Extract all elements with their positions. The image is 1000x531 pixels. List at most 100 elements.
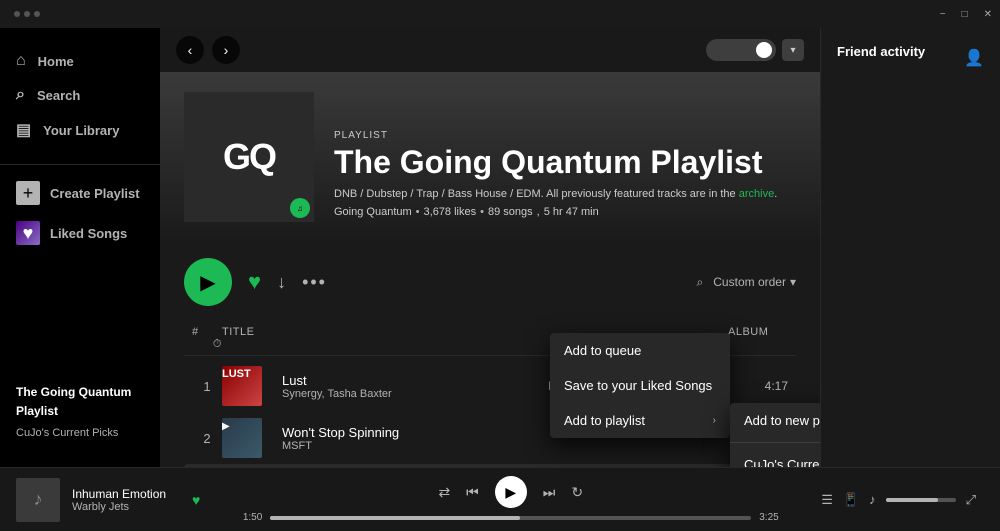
sidebar-divider bbox=[0, 164, 160, 165]
toggle-dropdown[interactable]: ▾ bbox=[782, 39, 804, 61]
titlebar-controls: − □ ✕ bbox=[940, 9, 992, 20]
library-icon: ▤ bbox=[16, 120, 31, 140]
progress-bar[interactable] bbox=[270, 516, 751, 520]
sidebar: ⌂ Home ⌕ Search ▤ Your Library + Create … bbox=[0, 28, 160, 467]
repeat-button[interactable]: ↻ bbox=[571, 484, 583, 501]
hero-desc-suffix: . bbox=[774, 188, 777, 200]
new-playlist-label: Add to new playlist bbox=[744, 413, 820, 428]
shuffle-button[interactable]: ⇄ bbox=[438, 484, 450, 501]
submenu-divider bbox=[730, 442, 820, 443]
sidebar-nav: ⌂ Home ⌕ Search ▤ Your Library bbox=[0, 36, 160, 156]
friend-activity-title: Friend activity bbox=[837, 44, 925, 59]
context-menu[interactable]: Add to queue Save to your Liked Songs Ad… bbox=[550, 333, 730, 438]
toggle-pill[interactable] bbox=[706, 39, 776, 61]
create-playlist-icon: + bbox=[16, 181, 40, 205]
music-note-icon: ♪ bbox=[34, 489, 43, 510]
hero-desc-text: DNB / Dubstep / Trap / Bass House / EDM.… bbox=[334, 188, 739, 200]
context-menu-item-save-liked[interactable]: Save to your Liked Songs bbox=[550, 368, 730, 403]
now-playing-like[interactable]: ♥ bbox=[192, 492, 200, 508]
hero-songs: 89 songs bbox=[488, 206, 533, 218]
controls-right: ⌕ Custom order ▾ bbox=[697, 275, 796, 290]
playback-controls: ⇄ ⏮ ▶ ⏭ ↻ 1:50 3:25 bbox=[212, 476, 809, 523]
volume-bar[interactable] bbox=[886, 498, 956, 502]
add-to-playlist-label: Add to playlist bbox=[564, 413, 645, 428]
previous-button[interactable]: ⏮ bbox=[466, 484, 479, 501]
playback-play-button[interactable]: ▶ bbox=[495, 476, 527, 508]
submenu-cujo-picks[interactable]: CuJo's Current Picks bbox=[730, 447, 820, 467]
sidebar-label-home: Home bbox=[38, 54, 74, 69]
track-info: Won't Stop Spinning MSFT bbox=[282, 425, 548, 452]
col-album: ALBUM bbox=[728, 326, 788, 338]
now-playing-artist: Warbly Jets bbox=[72, 501, 172, 513]
now-playing-art: ♪ bbox=[16, 478, 60, 522]
hero-description: DNB / Dubstep / Trap / Bass House / EDM.… bbox=[334, 188, 777, 200]
titlebar-dot bbox=[24, 11, 30, 17]
like-button[interactable]: ♥ bbox=[248, 269, 261, 295]
clock-icon: ⏱ bbox=[213, 338, 222, 350]
titlebar-dot bbox=[14, 11, 20, 17]
cujo-picks-label: CuJo's Current Picks bbox=[744, 457, 820, 467]
toggle-knob bbox=[756, 42, 772, 58]
chevron-down-icon: ▾ bbox=[790, 45, 795, 56]
home-icon: ⌂ bbox=[16, 52, 26, 70]
user-icon[interactable]: 👤 bbox=[964, 48, 984, 68]
submenu-arrow-icon: › bbox=[713, 415, 716, 426]
submenu[interactable]: Add to new playlist CuJo's Current Picks bbox=[730, 403, 820, 467]
more-options-button[interactable]: ••• bbox=[302, 272, 327, 293]
track-search-button[interactable]: ⌕ bbox=[697, 275, 704, 290]
track-number: 2 bbox=[192, 431, 222, 446]
hero-title: The Going Quantum Playlist bbox=[334, 145, 777, 180]
hero-artist: Going Quantum bbox=[334, 206, 412, 218]
next-button[interactable]: ⏭ bbox=[543, 484, 556, 501]
track-number: 1 bbox=[192, 379, 222, 394]
submenu-new-playlist[interactable]: Add to new playlist bbox=[730, 403, 820, 438]
close-button[interactable]: ✕ bbox=[984, 9, 992, 20]
maximize-button[interactable]: □ bbox=[962, 9, 968, 20]
titlebar-dot bbox=[34, 11, 40, 17]
sidebar-item-search[interactable]: ⌕ Search bbox=[0, 78, 160, 112]
track-art: ▶ bbox=[222, 418, 262, 458]
sidebar-item-create-playlist[interactable]: + Create Playlist bbox=[0, 173, 160, 213]
gq-logo: GQ bbox=[223, 136, 275, 178]
now-playing-info: Inhuman Emotion Warbly Jets bbox=[72, 487, 172, 513]
titlebar: − □ ✕ bbox=[0, 0, 1000, 28]
now-playing-title: Inhuman Emotion bbox=[72, 487, 172, 501]
playlist-artwork: GQ ♫ bbox=[184, 92, 314, 222]
play-button[interactable]: ▶ bbox=[184, 258, 232, 306]
devices-button[interactable]: 📱 bbox=[843, 492, 859, 508]
sidebar-label-library: Your Library bbox=[43, 123, 119, 138]
sidebar-item-home[interactable]: ⌂ Home bbox=[0, 44, 160, 78]
volume-fill bbox=[886, 498, 939, 502]
sidebar-label-search: Search bbox=[37, 88, 80, 103]
sidebar-bottom: The Going Quantum Playlist CuJo's Curren… bbox=[0, 367, 160, 459]
context-menu-item-add-playlist[interactable]: Add to playlist › Add to new playlist Cu… bbox=[550, 403, 730, 438]
back-button[interactable]: ‹ bbox=[176, 36, 204, 64]
forward-button[interactable]: › bbox=[212, 36, 240, 64]
fullscreen-button[interactable]: ⤢ bbox=[966, 492, 976, 508]
main-content: ‹ › ▾ GQ ♫ PLAYLIST bbox=[160, 28, 820, 467]
track-row[interactable]: 3 ▶ Hero Of My Youth Neonlight 4:01 bbox=[184, 464, 796, 467]
custom-order-button[interactable]: Custom order ▾ bbox=[713, 275, 796, 289]
archive-link[interactable]: archive bbox=[739, 188, 774, 200]
queue-button[interactable]: ☰ bbox=[821, 492, 833, 508]
minimize-button[interactable]: − bbox=[940, 9, 946, 20]
custom-order-label: Custom order bbox=[713, 275, 786, 289]
hero-likes: 3,678 likes bbox=[424, 206, 477, 218]
spotify-badge: ♫ bbox=[290, 198, 310, 218]
sidebar-playlist-name: The Going Quantum Playlist bbox=[16, 383, 144, 421]
download-button[interactable]: ↓ bbox=[277, 272, 286, 293]
context-menu-item-add-queue[interactable]: Add to queue bbox=[550, 333, 730, 368]
sidebar-item-library[interactable]: ▤ Your Library bbox=[0, 112, 160, 148]
track-title: Won't Stop Spinning bbox=[282, 425, 548, 440]
hero-duration: 5 hr 47 min bbox=[544, 206, 599, 218]
search-icon: ⌕ bbox=[16, 86, 25, 104]
sidebar-item-liked-songs[interactable]: ♥ Liked Songs bbox=[0, 213, 160, 253]
meta-dot: • bbox=[416, 206, 420, 218]
now-playing-bar: ♪ Inhuman Emotion Warbly Jets ♥ ⇄ ⏮ ▶ ⏭ … bbox=[0, 467, 1000, 531]
sidebar-subname: CuJo's Current Picks bbox=[16, 425, 144, 443]
titlebar-dots bbox=[8, 11, 40, 17]
col-num: # bbox=[192, 326, 222, 338]
hero-meta: Going Quantum • 3,678 likes • 89 songs ,… bbox=[334, 206, 777, 218]
nav-bar: ‹ › ▾ bbox=[160, 28, 820, 72]
chevron-down-icon: ▾ bbox=[790, 275, 796, 289]
